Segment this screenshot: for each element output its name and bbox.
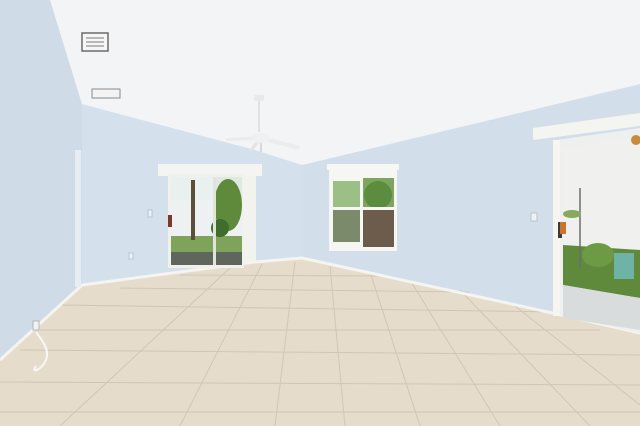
wall-switch-right [530, 212, 538, 222]
window-pane-lower-left [333, 210, 361, 242]
window-header [327, 164, 399, 170]
window-foliage [364, 181, 392, 209]
window-pane-lower-right [363, 210, 394, 247]
window-mullion [360, 176, 363, 248]
fan-motor [252, 133, 270, 143]
room-photo [0, 0, 640, 426]
vent-grille-lower [91, 88, 121, 99]
door-handle [168, 215, 172, 227]
patio-floor [171, 252, 242, 265]
fan-canopy [254, 95, 264, 101]
exterior-wall [563, 138, 640, 250]
window-rail [331, 207, 395, 210]
left-doorway-trim [75, 150, 81, 287]
door-trim-accent [560, 222, 566, 234]
window [327, 164, 399, 251]
garden-shrub [582, 243, 614, 267]
garden-sign [614, 253, 634, 279]
hanging-planter-icon [563, 210, 581, 218]
outlet-icon [32, 320, 40, 331]
curtain-panel [243, 176, 256, 262]
wall-outlet-back [128, 252, 134, 260]
window-pane-upper-left [333, 181, 361, 208]
tree-trunk [191, 180, 195, 240]
door-divider [213, 177, 216, 265]
wall-switch-left [147, 209, 153, 218]
sliding-glass-door [158, 164, 262, 268]
lawn [171, 236, 242, 252]
